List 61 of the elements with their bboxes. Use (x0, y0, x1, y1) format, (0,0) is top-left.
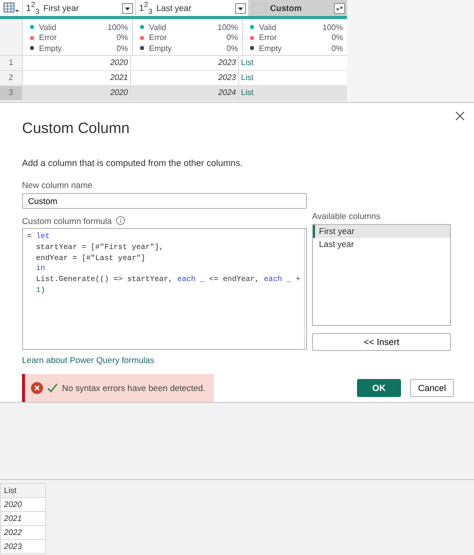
dialog-title: Custom Column (22, 120, 130, 137)
table-cell: List (238, 86, 347, 100)
field-label: New column name (22, 180, 94, 190)
table-cell: 2020 (0, 498, 46, 512)
close-icon[interactable] (455, 111, 465, 121)
column-name-field[interactable]: Custom (22, 193, 307, 209)
quality-label: Valid (149, 22, 168, 32)
cancel-button[interactable]: Cancel (410, 379, 454, 397)
column-header[interactable]: 1$^{2}$$_{3}$ Last year (135, 0, 248, 16)
dropdown-icon[interactable] (122, 2, 133, 14)
quality-label: Valid (39, 22, 58, 32)
dropdown-icon[interactable] (235, 2, 246, 14)
expand-icon[interactable] (334, 2, 345, 14)
column-name: Custom (270, 3, 303, 13)
table-cell: 2020 (22, 86, 130, 100)
table-cell: 2020 (22, 56, 130, 70)
table-cell: 2023 (0, 540, 46, 554)
list-item[interactable]: First year (313, 225, 450, 238)
status-message: No syntax errors have been detected. (62, 383, 206, 393)
table-cell: List (238, 71, 347, 85)
info-icon[interactable] (116, 216, 125, 225)
column-name: Last year (156, 3, 192, 13)
insert-button[interactable]: << Insert (312, 333, 451, 351)
table-cell: 2023 (130, 71, 238, 85)
error-icon (31, 382, 43, 394)
table-cell: 2021 (22, 71, 130, 85)
quality-label: Empty (39, 44, 63, 53)
quality-value: 0% (116, 44, 128, 53)
quality-value: 0% (116, 33, 128, 42)
quality-value: 0% (331, 44, 343, 53)
quality-label: Error (259, 33, 278, 42)
row-number[interactable]: 2 (0, 71, 22, 85)
quality-label: Empty (259, 44, 283, 53)
field-label: Custom column formula (22, 216, 112, 226)
table-cell: List (238, 56, 347, 70)
column-name: First year (43, 3, 80, 13)
quality-value: 0% (226, 44, 238, 53)
quality-label: Empty (149, 44, 173, 53)
quality-label: Error (149, 33, 168, 42)
check-icon (47, 383, 58, 393)
list-label: Available columns (312, 211, 382, 221)
list-item[interactable]: Last year (313, 238, 450, 251)
column-header[interactable]: 1$^{2}$$_{3}$ First year (22, 0, 135, 16)
quality-label: Valid (259, 22, 278, 32)
column-header[interactable]: Custom (248, 0, 347, 16)
help-link[interactable]: Learn about Power Query formulas (22, 355, 154, 365)
table-cell: 2021 (0, 512, 46, 526)
available-columns-list[interactable]: First year Last year (312, 224, 451, 326)
table-header: List (0, 483, 46, 498)
quality-value: 100% (108, 22, 128, 32)
row-number[interactable]: 1 (0, 56, 22, 70)
quality-value: 0% (226, 33, 238, 42)
quality-label: Error (39, 33, 58, 42)
quality-value: 100% (322, 22, 343, 32)
quality-value: 100% (218, 22, 238, 32)
ok-button[interactable]: OK (357, 379, 401, 397)
dialog-description: Add a column that is computed from the other columns. (22, 158, 244, 168)
table-cell: 2022 (0, 526, 46, 540)
table-cell: 2024 (130, 86, 238, 100)
table-cell: 2023 (130, 56, 238, 70)
quality-value: 0% (331, 33, 343, 42)
